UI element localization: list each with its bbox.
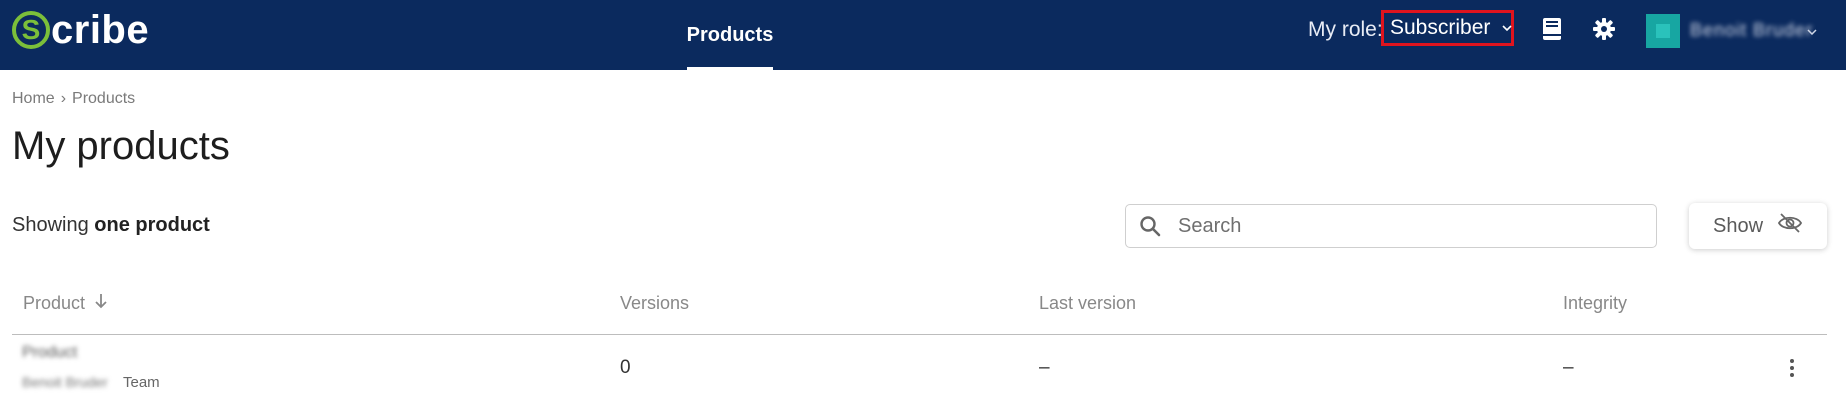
documentation-book-icon[interactable]	[1538, 15, 1566, 43]
role-dropdown[interactable]: Subscriber	[1381, 10, 1514, 46]
tab-products[interactable]: Products	[687, 0, 773, 70]
show-hidden-toggle-button[interactable]: Show	[1689, 203, 1827, 249]
breadcrumb-current: Products	[72, 90, 136, 107]
search-field[interactable]: Search	[1125, 204, 1657, 248]
scribe-logo[interactable]: S cribe	[12, 6, 149, 54]
tab-products-label: Products	[686, 23, 774, 46]
user-menu-chevron-icon[interactable]	[1807, 24, 1817, 38]
result-count-text: Showing one product	[12, 214, 210, 237]
versions-value: 0	[620, 357, 631, 378]
row-more-options-icon[interactable]	[1784, 356, 1800, 380]
top-navigation-bar: S cribe Products My role: Subscriber Ben…	[0, 0, 1846, 70]
product-owner: Benoit Bruder	[22, 374, 108, 390]
breadcrumb: Home › Products	[12, 90, 135, 108]
showing-count: one product	[94, 214, 210, 236]
integrity-value: –	[1563, 357, 1574, 378]
column-header-product[interactable]: Product	[23, 293, 108, 314]
user-name[interactable]: Benoit Bruder	[1690, 20, 1813, 41]
active-tab-indicator	[687, 67, 773, 70]
show-button-label: Show	[1712, 214, 1764, 237]
user-avatar[interactable]	[1646, 14, 1680, 48]
table-header-divider	[12, 334, 1827, 335]
search-placeholder: Search	[1178, 214, 1242, 237]
eye-slash-icon	[1777, 213, 1803, 239]
column-header-product-label: Product	[23, 293, 86, 313]
chevron-down-icon	[1502, 21, 1512, 35]
logo-s-circle: S	[12, 11, 50, 49]
product-team-label: Team	[123, 374, 160, 391]
role-label: My role:	[1308, 18, 1383, 41]
last-version-value: –	[1039, 357, 1050, 378]
settings-gear-icon[interactable]	[1590, 15, 1618, 43]
logo-wordmark: cribe	[51, 7, 150, 52]
breadcrumb-separator: ›	[60, 90, 67, 107]
breadcrumb-home-link[interactable]: Home	[12, 90, 55, 107]
column-header-last-version[interactable]: Last version	[1039, 293, 1136, 314]
role-value: Subscriber	[1390, 16, 1491, 39]
page-title: My products	[12, 124, 230, 168]
column-header-integrity[interactable]: Integrity	[1563, 293, 1627, 314]
sort-arrow-down-icon	[94, 293, 108, 313]
product-name[interactable]: Product	[22, 344, 77, 362]
search-icon	[1138, 214, 1162, 238]
column-header-versions[interactable]: Versions	[620, 293, 689, 314]
showing-prefix: Showing	[12, 214, 89, 236]
